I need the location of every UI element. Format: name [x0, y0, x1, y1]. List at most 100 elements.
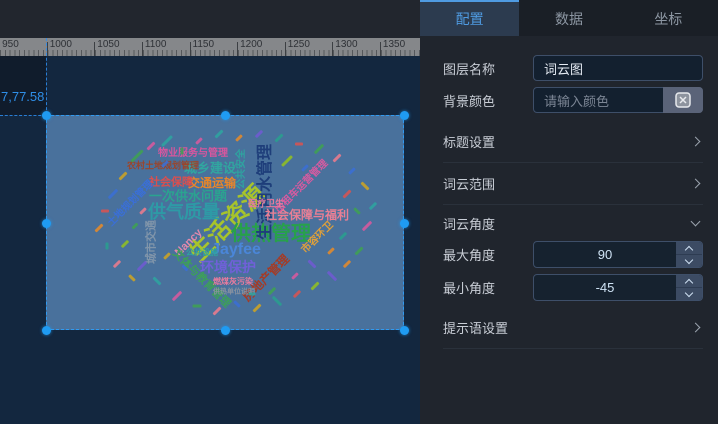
wordcloud-small-word-mark: [274, 133, 283, 142]
wordcloud-small-word-mark: [193, 305, 202, 308]
tab-data[interactable]: 数据: [519, 0, 618, 36]
wordcloud-small-word-mark: [113, 260, 121, 268]
wordcloud-word: 一次供水问题: [149, 190, 227, 203]
max-angle-input[interactable]: 90: [533, 241, 703, 268]
wordcloud-word: 环境保护: [200, 260, 256, 274]
wordcloud-editor-app: 95010001050110011501200125013001350 7,77…: [0, 0, 718, 424]
chevron-up-icon: [685, 278, 693, 286]
wordcloud-word: 供气质量: [148, 203, 220, 221]
wordcloud-small-word-mark: [343, 260, 351, 268]
chevron-right-icon: [691, 137, 701, 147]
wordcloud-small-word-mark: [291, 272, 299, 280]
wordcloud-word: 医疗卫生: [248, 200, 284, 209]
wordcloud-small-word-mark: [146, 141, 155, 150]
wordcloud-word: 公共设施: [186, 249, 218, 257]
ruler-major-tick: [142, 42, 143, 56]
max-angle-row: 最大角度 90: [443, 241, 703, 268]
wordcloud-small-word-mark: [161, 135, 173, 147]
ruler-tick-label: 1100: [145, 39, 167, 50]
wordcloud-small-word-mark: [369, 202, 377, 210]
selection-resize-handle[interactable]: [400, 219, 409, 228]
max-angle-decrement-button[interactable]: [676, 254, 702, 267]
section-wordcloud-range-label: 词云范围: [443, 174, 495, 193]
wordcloud-word: 社会保障: [149, 178, 193, 189]
wordcloud-small-word-mark: [307, 259, 316, 268]
tab-coordinate[interactable]: 坐标: [619, 0, 718, 36]
wordcloud-small-word-mark: [94, 223, 103, 232]
design-canvas[interactable]: 7,77.58 生活资源供热管理供气质量生活用水管理一次供水问题Jayfee环境…: [0, 56, 420, 424]
ruler-major-tick: [237, 42, 238, 56]
ruler-major-tick: [285, 42, 286, 56]
section-wordcloud-range[interactable]: 词云范围: [443, 163, 703, 205]
color-picker-icon: [675, 92, 691, 108]
background-color-label: 背景颜色: [443, 91, 533, 110]
wordcloud-small-word-mark: [152, 276, 161, 285]
ruler-major-tick: [332, 42, 333, 56]
color-picker-button[interactable]: [663, 87, 703, 113]
min-angle-input[interactable]: -45: [533, 274, 703, 301]
background-color-input[interactable]: 请输入颜色: [533, 87, 703, 113]
section-title-settings-label: 标题设置: [443, 132, 495, 151]
section-tooltip-settings[interactable]: 提示语设置: [443, 307, 703, 349]
wordcloud-small-word-mark: [128, 274, 136, 282]
ruler-tick-label: 1250: [288, 39, 310, 50]
min-angle-row: 最小角度 -45: [443, 274, 703, 301]
min-angle-decrement-button[interactable]: [676, 287, 702, 300]
wordcloud-small-word-mark: [101, 210, 109, 213]
wordcloud-small-word-mark: [310, 281, 319, 290]
wordcloud-small-word-mark: [212, 306, 221, 315]
canvas-dark-corner: [0, 56, 46, 115]
ruler-tick-label: 1150: [193, 39, 215, 50]
section-tooltip-settings-label: 提示语设置: [443, 318, 508, 337]
chevron-right-icon: [691, 179, 701, 189]
min-angle-increment-button[interactable]: [676, 275, 702, 287]
selection-resize-handle[interactable]: [400, 326, 409, 335]
background-color-row: 背景颜色 请输入颜色: [443, 87, 703, 113]
ruler-major-tick: [380, 42, 381, 56]
horizontal-guide-line: [0, 115, 46, 116]
selection-resize-handle[interactable]: [42, 219, 51, 228]
wordcloud-small-word-mark: [272, 296, 283, 307]
section-title-settings[interactable]: 标题设置: [443, 121, 703, 163]
wordcloud-small-word-mark: [106, 243, 109, 250]
wordcloud-word: 燃煤灰污染: [213, 278, 253, 286]
wordcloud-word: 物业服务与管理: [158, 149, 228, 159]
wordcloud-small-word-mark: [233, 300, 241, 308]
chevron-down-icon: [691, 217, 701, 227]
horizontal-ruler: 95010001050110011501200125013001350: [0, 38, 420, 56]
selection-resize-handle[interactable]: [42, 326, 51, 335]
canvas-area: 95010001050110011501200125013001350 7,77…: [0, 0, 420, 424]
chevron-down-icon: [685, 288, 693, 296]
selection-resize-handle[interactable]: [221, 326, 230, 335]
wordcloud-small-word-mark: [348, 167, 356, 175]
ruler-tick-label: 1350: [383, 39, 405, 50]
ruler-tick-label: 1000: [50, 39, 72, 50]
selection-resize-handle[interactable]: [400, 111, 409, 120]
ruler-tick-label: 1200: [240, 39, 262, 50]
max-angle-increment-button[interactable]: [676, 242, 702, 254]
wordcloud-small-word-mark: [235, 134, 243, 142]
tab-config[interactable]: 配置: [420, 0, 519, 36]
position-readout: 7,77.58: [1, 89, 44, 104]
wordcloud-small-word-mark: [301, 164, 309, 172]
layer-name-label: 图层名称: [443, 59, 533, 78]
section-wordcloud-angle[interactable]: 词云角度: [443, 205, 703, 241]
settings-panel: 配置 数据 坐标 图层名称 词云图 背景颜色 请输入颜色: [420, 0, 718, 424]
panel-tabbar: 配置 数据 坐标: [420, 0, 718, 36]
wordcloud-widget[interactable]: 生活资源供热管理供气质量生活用水管理一次供水问题Jayfee环境保护社会保障与福…: [46, 115, 404, 330]
layer-name-input[interactable]: 词云图: [533, 55, 703, 81]
wordcloud-small-word-mark: [255, 130, 263, 138]
wordcloud-small-word-mark: [108, 189, 119, 200]
wordcloud-small-word-mark: [295, 143, 303, 146]
selection-resize-handle[interactable]: [42, 111, 51, 120]
wordcloud-small-word-mark: [214, 129, 223, 138]
section-wordcloud-angle-label: 词云角度: [443, 214, 495, 233]
chevron-down-icon: [685, 255, 693, 263]
wordcloud-small-word-mark: [293, 290, 301, 298]
vertical-guide-line: [46, 38, 47, 115]
selection-resize-handle[interactable]: [221, 111, 230, 120]
wordcloud-word: 生活用水管理: [258, 144, 274, 240]
min-angle-label: 最小角度: [443, 278, 533, 297]
layer-name-row: 图层名称 词云图: [443, 55, 703, 81]
wordcloud-small-word-mark: [332, 153, 341, 162]
